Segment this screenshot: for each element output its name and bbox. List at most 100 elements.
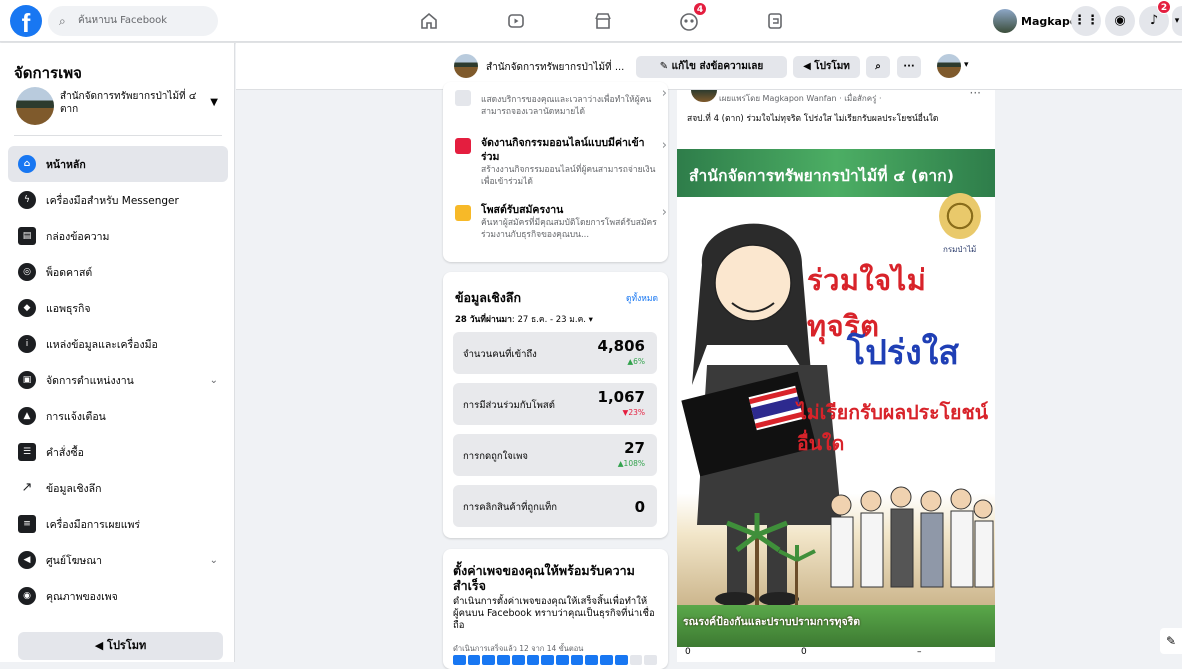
progress-segment [482, 655, 496, 665]
sidebar-item-messenger-tools[interactable]: ϟ เครื่องมือสำหรับ Messenger [8, 182, 228, 218]
progress-segment [526, 655, 540, 665]
post-text: สจป.ที่ 4 (ตาก) ร่วมใจไม่ทุจริต โปร่งใส … [687, 114, 939, 124]
messenger-icon: ϟ [18, 191, 36, 209]
search-icon: ⌕ [59, 14, 66, 28]
sidebar-item-orders[interactable]: ☰ คำสั่งซื้อ [8, 434, 228, 470]
date-range-selector[interactable]: 28 วันที่ผ่านมา: 27 ธ.ค. - 23 ม.ค. ▾ [455, 312, 593, 326]
sidebar-item-podcasts[interactable]: ◎ พ็อดคาสต์ [8, 254, 228, 290]
sidebar-item-business-apps[interactable]: ◆ แอพธุรกิจ [8, 290, 228, 326]
chevron-down-icon: ⌄ [209, 554, 218, 566]
more-icon[interactable]: ··· [970, 86, 981, 100]
sidebar-item-publishing-tools[interactable]: ≡ เครื่องมือการเผยแพร่ [8, 506, 228, 542]
officials-group-icon [830, 486, 994, 588]
poster-slogan-3: ไม่เรียกรับผลประโยชน์อื่นใด [797, 401, 989, 455]
setup-description: ดำเนินการตั้งค่าเพจของคุณให้เสร็จสิ้นเพื… [453, 596, 655, 631]
page-name: สำนักจัดการทรัพยากรป่าไม้ที่ ๔ ตาก [60, 91, 197, 115]
calendar-star-icon [455, 138, 471, 154]
home-nav-icon[interactable] [409, 6, 449, 36]
setup-heading: ตั้งค่าเพจของคุณให้พร้อมรับความสำเร็จ [453, 563, 635, 593]
bell-icon: ▲ [18, 407, 36, 425]
promote-button[interactable]: ◀ โปรโมท [793, 56, 860, 78]
sidebar-item-resources[interactable]: i แหล่งข้อมูลและเครื่องมือ [8, 326, 228, 362]
briefcase-icon: ▣ [18, 371, 36, 389]
post-stat-engagement: 0 [801, 647, 807, 657]
sidebar-item-page-quality[interactable]: ◉ คุณภาพของเพจ [8, 578, 228, 614]
sidebar-item-label: หน้าหลัก [46, 158, 86, 171]
edit-send-message-button[interactable]: ✎ แก้ไข ส่งข้อความเลย [636, 56, 787, 78]
groups-notification-badge: 4 [693, 2, 707, 16]
podcast-icon: ◎ [18, 263, 36, 281]
sidebar-item-label: คุณภาพของเพจ [46, 590, 118, 603]
sidebar-item-insights[interactable]: ↗ ข้อมูลเชิงลึก [8, 470, 228, 506]
sidebar-item-label: เครื่องมือสำหรับ Messenger [46, 194, 179, 207]
action-description: สร้างงานกิจกรรมออนไลน์ที่ผู้คนสามารถจ่าย… [481, 165, 656, 187]
insights-icon: ↗ [18, 479, 36, 497]
stat-reach[interactable]: จำนวนคนที่เข้าถึง 4,806 ▲6% [453, 332, 657, 374]
sidebar-item-jobs[interactable]: ▣ จัดการตำแหน่งงาน ⌄ [8, 362, 228, 398]
marketplace-nav-icon[interactable] [583, 6, 623, 36]
sidebar-item-inbox[interactable]: ▤ กล่องข้อความ [8, 218, 228, 254]
post-image[interactable]: สำนักจัดการทรัพยากรป่าไม้ที่ ๔ (ตาก) กรม… [677, 135, 995, 647]
more-options-button[interactable]: ··· [897, 56, 921, 78]
page-title[interactable]: สำนักจัดการทรัพยากรป่าไม้ที่ ... [486, 60, 624, 75]
page-post: เผยแพร่โดย Magkapon Wanfan · เมื่อสักครู… [677, 86, 995, 662]
search-input[interactable]: ⌕ ค้นหาบน Facebook [48, 6, 218, 36]
gaming-nav-icon[interactable] [755, 6, 795, 36]
progress-segment [600, 655, 613, 665]
search-placeholder: ค้นหาบน Facebook [78, 15, 168, 26]
insights-card: ข้อมูลเชิงลึก ดูทั้งหมด 28 วันที่ผ่านมา:… [443, 272, 668, 538]
divider [14, 135, 222, 136]
facebook-logo-icon[interactable]: f [10, 5, 42, 37]
stat-value: 0 [634, 498, 645, 516]
compose-edit-icon[interactable]: ✎ [1160, 628, 1182, 654]
poster-footer-text: รณรงค์ป้องกันและปราบปรามการทุจริต [683, 616, 861, 628]
sidebar-item-ad-center[interactable]: ◀ ศูนย์โฆษณา ⌄ [8, 542, 228, 578]
sidebar-item-label: ข้อมูลเชิงลึก [46, 482, 102, 495]
megaphone-icon: ◀ [94, 639, 108, 652]
stat-label: การมีส่วนร่วมกับโพสต์ [463, 400, 555, 411]
sidebar-item-home[interactable]: ⌂ หน้าหลัก [8, 146, 228, 182]
promote-label: โปรโมท [814, 61, 850, 72]
see-all-link[interactable]: ดูทั้งหมด [626, 291, 658, 305]
sidebar-item-label: แหล่งข้อมูลและเครื่องมือ [46, 338, 158, 351]
search-button[interactable]: ⌕ [866, 56, 890, 78]
more-icon: ··· [903, 61, 915, 72]
page-selector[interactable]: สำนักจัดการทรัพยากรป่าไม้ที่ ๔ ตาก ▼ [14, 87, 226, 131]
page-avatar [16, 87, 54, 125]
chevron-right-icon: › [661, 86, 667, 101]
notifications-bell-icon[interactable]: ♪ 2 [1139, 0, 1171, 36]
manage-page-sidebar: จัดการเพจ สำนักจัดการทรัพยากรป่าไม้ที่ ๔… [0, 43, 235, 662]
range-dates: : 27 ธ.ค. - 23 ม.ค. [511, 315, 586, 325]
groups-nav-icon[interactable]: 4 [669, 2, 709, 36]
sidebar-item-label: เครื่องมือการเผยแพร่ [46, 518, 141, 531]
actions-card: แสดงบริการของคุณและเวลาว่างเพื่อทำให้ผู้… [443, 82, 668, 262]
action-title: โพสต์รับสมัครงาน [481, 204, 564, 216]
menu-grid-icon[interactable]: ⋮⋮ [1071, 6, 1101, 36]
progress-segment [511, 655, 525, 665]
chevron-down-icon[interactable]: ▾ [964, 60, 969, 70]
messenger-icon[interactable]: ◉ [1105, 6, 1135, 36]
watch-nav-icon[interactable] [496, 6, 536, 36]
chevron-down-icon: ▼ [210, 97, 218, 108]
search-icon: ⌕ [875, 61, 881, 72]
page-switcher-avatar[interactable] [937, 54, 961, 78]
page-setup-card: ตั้งค่าเพจของคุณให้พร้อมรับความสำเร็จ ดำ… [443, 549, 668, 669]
account-menu-chevron-icon[interactable]: ▾ [1172, 6, 1182, 36]
briefcase-icon [455, 205, 471, 221]
publishing-icon: ≡ [18, 515, 36, 533]
progress-segment [614, 655, 628, 665]
action-description: ค้นหาผู้สมัครที่มีคุณสมบัติโดยการโพสต์รั… [481, 218, 657, 240]
progress-segment [497, 655, 510, 665]
palm-trees-icon [726, 513, 816, 615]
stat-post-engagement[interactable]: การมีส่วนร่วมกับโพสต์ 1,067 ▼23% [453, 383, 657, 425]
caret-down-icon: ▾ [585, 315, 593, 325]
megaphone-icon: ◀ [18, 551, 36, 569]
promote-button[interactable]: ◀ โปรโมท [18, 632, 223, 660]
stat-label: จำนวนคนที่เข้าถึง [463, 349, 537, 360]
progress-segment [541, 655, 555, 665]
sidebar-item-notifications[interactable]: ▲ การแจ้งเตือน [8, 398, 228, 434]
sidebar-item-label: การแจ้งเตือน [46, 410, 106, 423]
stat-change: ▲6% [627, 357, 645, 366]
stat-page-likes[interactable]: การกดถูกใจเพจ 27 ▲108% [453, 434, 657, 476]
stat-product-tag-clicks[interactable]: การคลิกสินค้าที่ถูกแท็ก 0 [453, 485, 657, 527]
